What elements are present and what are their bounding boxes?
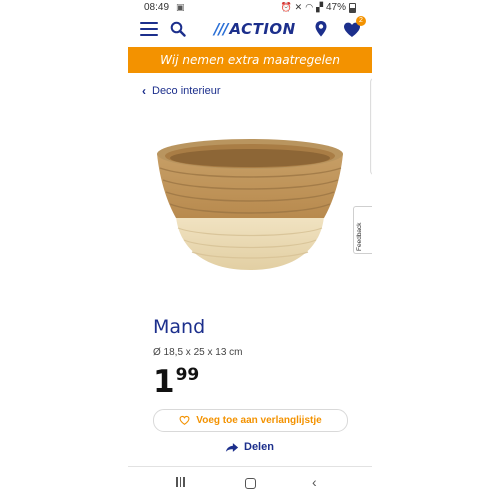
wifi-icon: ◠ [305,2,314,12]
product-price: 199 [153,364,199,400]
recent-apps-icon[interactable] [176,477,185,487]
breadcrumb-label: Deco interieur [152,85,221,97]
app-header: /// ACTION 2 [128,16,372,46]
side-panel-handle[interactable] [370,78,372,175]
feedback-label: Feedback [356,222,363,251]
status-bar: 08:49 ▣ ⏰ ✕ ◠ ▞ 47% [128,0,372,16]
wishlist-button[interactable]: 2 [342,16,366,40]
screenshot-icon: ▣ [176,2,185,12]
share-button[interactable]: Delen [225,441,274,453]
back-icon[interactable]: ‹ [312,474,317,490]
price-cents: 99 [175,365,200,385]
price-whole: 1 [153,364,175,400]
wishlist-count-badge: 2 [356,16,366,26]
location-pin-icon[interactable] [314,20,328,38]
share-arrow-icon [225,442,239,452]
alarm-icon: ⏰ [280,2,292,12]
info-banner[interactable]: Wij nemen extra maatregelen [128,47,372,73]
heart-outline-icon [179,415,190,426]
status-icons: ⏰ ✕ ◠ ▞ 47% [280,2,356,13]
share-label: Delen [244,441,274,453]
battery-percent: 47% [325,2,346,13]
divider [128,466,372,467]
breadcrumb[interactable]: ‹ Deco interieur [142,84,220,98]
battery-icon [349,2,356,13]
add-to-wishlist-button[interactable]: Voeg toe aan verlanglijstje [153,409,348,432]
chevron-left-icon: ‹ [142,84,146,98]
phone-screen: 08:49 ▣ ⏰ ✕ ◠ ▞ 47% /// ACTION 2 Wij nem… [128,0,372,500]
search-icon[interactable] [170,21,186,37]
product-image-basket [157,139,343,270]
feedback-tab[interactable]: Feedback [353,206,372,254]
wishlist-button-label: Voeg toe aan verlanglijstje [196,415,322,426]
action-logo[interactable]: /// ACTION [214,19,296,39]
product-title: Mand [153,316,206,338]
android-nav-bar: ‹ [128,468,372,500]
logo-slashes: /// [214,20,228,38]
menu-icon[interactable] [140,22,158,36]
status-time: 08:49 [144,2,170,13]
logo-text: ACTION [229,20,296,38]
home-icon[interactable] [245,478,256,489]
mute-icon: ✕ [294,2,303,12]
product-dimensions: Ø 18,5 x 25 x 13 cm [153,347,243,358]
signal-icon: ▞ [316,2,323,12]
